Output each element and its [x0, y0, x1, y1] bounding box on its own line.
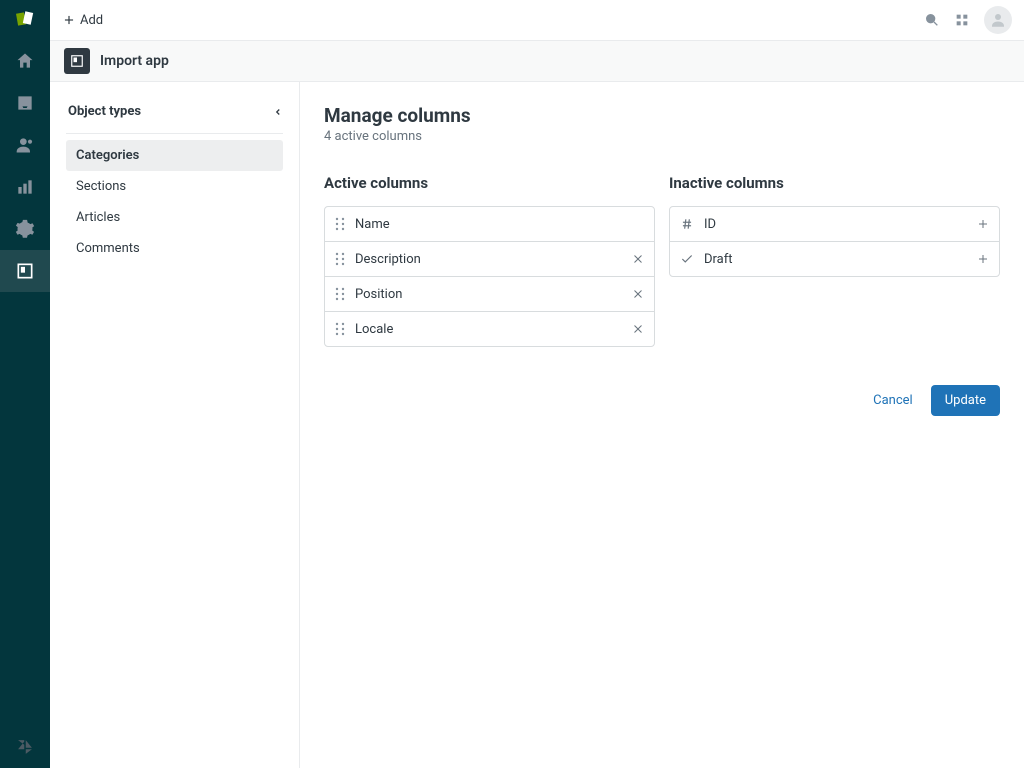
active-column-item[interactable]: Position: [324, 276, 655, 312]
cancel-button[interactable]: Cancel: [873, 393, 913, 408]
sidebar-item-label: Comments: [76, 241, 140, 256]
avatar[interactable]: [984, 6, 1012, 34]
panel-title: Manage columns: [324, 104, 1000, 127]
panel: Manage columns 4 active columns Active c…: [300, 82, 1024, 768]
column-label: Locale: [355, 322, 632, 337]
remove-column-icon[interactable]: [632, 253, 644, 265]
sidebar: Object types Categories Sections Article…: [50, 82, 300, 768]
nav-inbox[interactable]: [0, 82, 50, 124]
drag-handle-icon[interactable]: [335, 287, 345, 301]
active-column-item[interactable]: Name: [324, 206, 655, 242]
apps-icon[interactable]: [954, 12, 970, 28]
drag-handle-icon[interactable]: [335, 322, 345, 336]
column-label: Position: [355, 287, 632, 302]
remove-column-icon[interactable]: [632, 323, 644, 335]
column-label: Description: [355, 252, 632, 267]
inactive-column-item[interactable]: Draft: [669, 241, 1000, 277]
add-label: Add: [80, 13, 103, 28]
panel-subtitle: 4 active columns: [324, 129, 1000, 144]
active-column-item[interactable]: Locale: [324, 311, 655, 347]
sidebar-title: Object types: [68, 104, 141, 119]
drag-handle-icon[interactable]: [335, 217, 345, 231]
drag-handle-icon[interactable]: [335, 252, 345, 266]
sidebar-item-label: Sections: [76, 179, 126, 194]
nav-import-app[interactable]: [0, 250, 50, 292]
sidebar-item-comments[interactable]: Comments: [66, 233, 283, 264]
update-label: Update: [945, 393, 986, 408]
main-area: Add Import app Object types: [50, 0, 1024, 768]
column-label: ID: [704, 217, 977, 232]
app-title: Import app: [100, 53, 169, 69]
nav-reports[interactable]: [0, 166, 50, 208]
add-column-icon[interactable]: [977, 253, 989, 265]
update-button[interactable]: Update: [931, 385, 1000, 416]
add-column-icon[interactable]: [977, 218, 989, 230]
sidebar-collapse-icon[interactable]: [273, 102, 283, 121]
search-icon[interactable]: [924, 12, 940, 28]
brand-footer-icon: [0, 726, 50, 768]
top-bar: Add: [50, 0, 1024, 40]
nav-home[interactable]: [0, 40, 50, 82]
active-columns-heading: Active columns: [324, 174, 655, 192]
hash-icon: [680, 217, 694, 231]
nav-rail: [0, 0, 50, 768]
check-icon: [680, 252, 694, 266]
app-icon: [64, 48, 90, 74]
nav-users[interactable]: [0, 124, 50, 166]
inactive-columns-heading: Inactive columns: [669, 174, 1000, 192]
column-label: Draft: [704, 252, 977, 267]
app-bar: Import app: [50, 40, 1024, 82]
cancel-label: Cancel: [873, 393, 913, 408]
active-column-item[interactable]: Description: [324, 241, 655, 277]
brand-logo: [0, 0, 50, 40]
sidebar-item-categories[interactable]: Categories: [66, 140, 283, 171]
sidebar-item-sections[interactable]: Sections: [66, 171, 283, 202]
add-button[interactable]: Add: [62, 13, 103, 28]
sidebar-item-articles[interactable]: Articles: [66, 202, 283, 233]
active-columns-section: Active columns Name Description: [324, 174, 655, 347]
sidebar-item-label: Categories: [76, 148, 139, 163]
inactive-column-item[interactable]: ID: [669, 206, 1000, 242]
inactive-columns-section: Inactive columns ID Draft: [669, 174, 1000, 347]
nav-settings[interactable]: [0, 208, 50, 250]
sidebar-item-label: Articles: [76, 210, 120, 225]
column-label: Name: [355, 217, 644, 232]
remove-column-icon[interactable]: [632, 288, 644, 300]
